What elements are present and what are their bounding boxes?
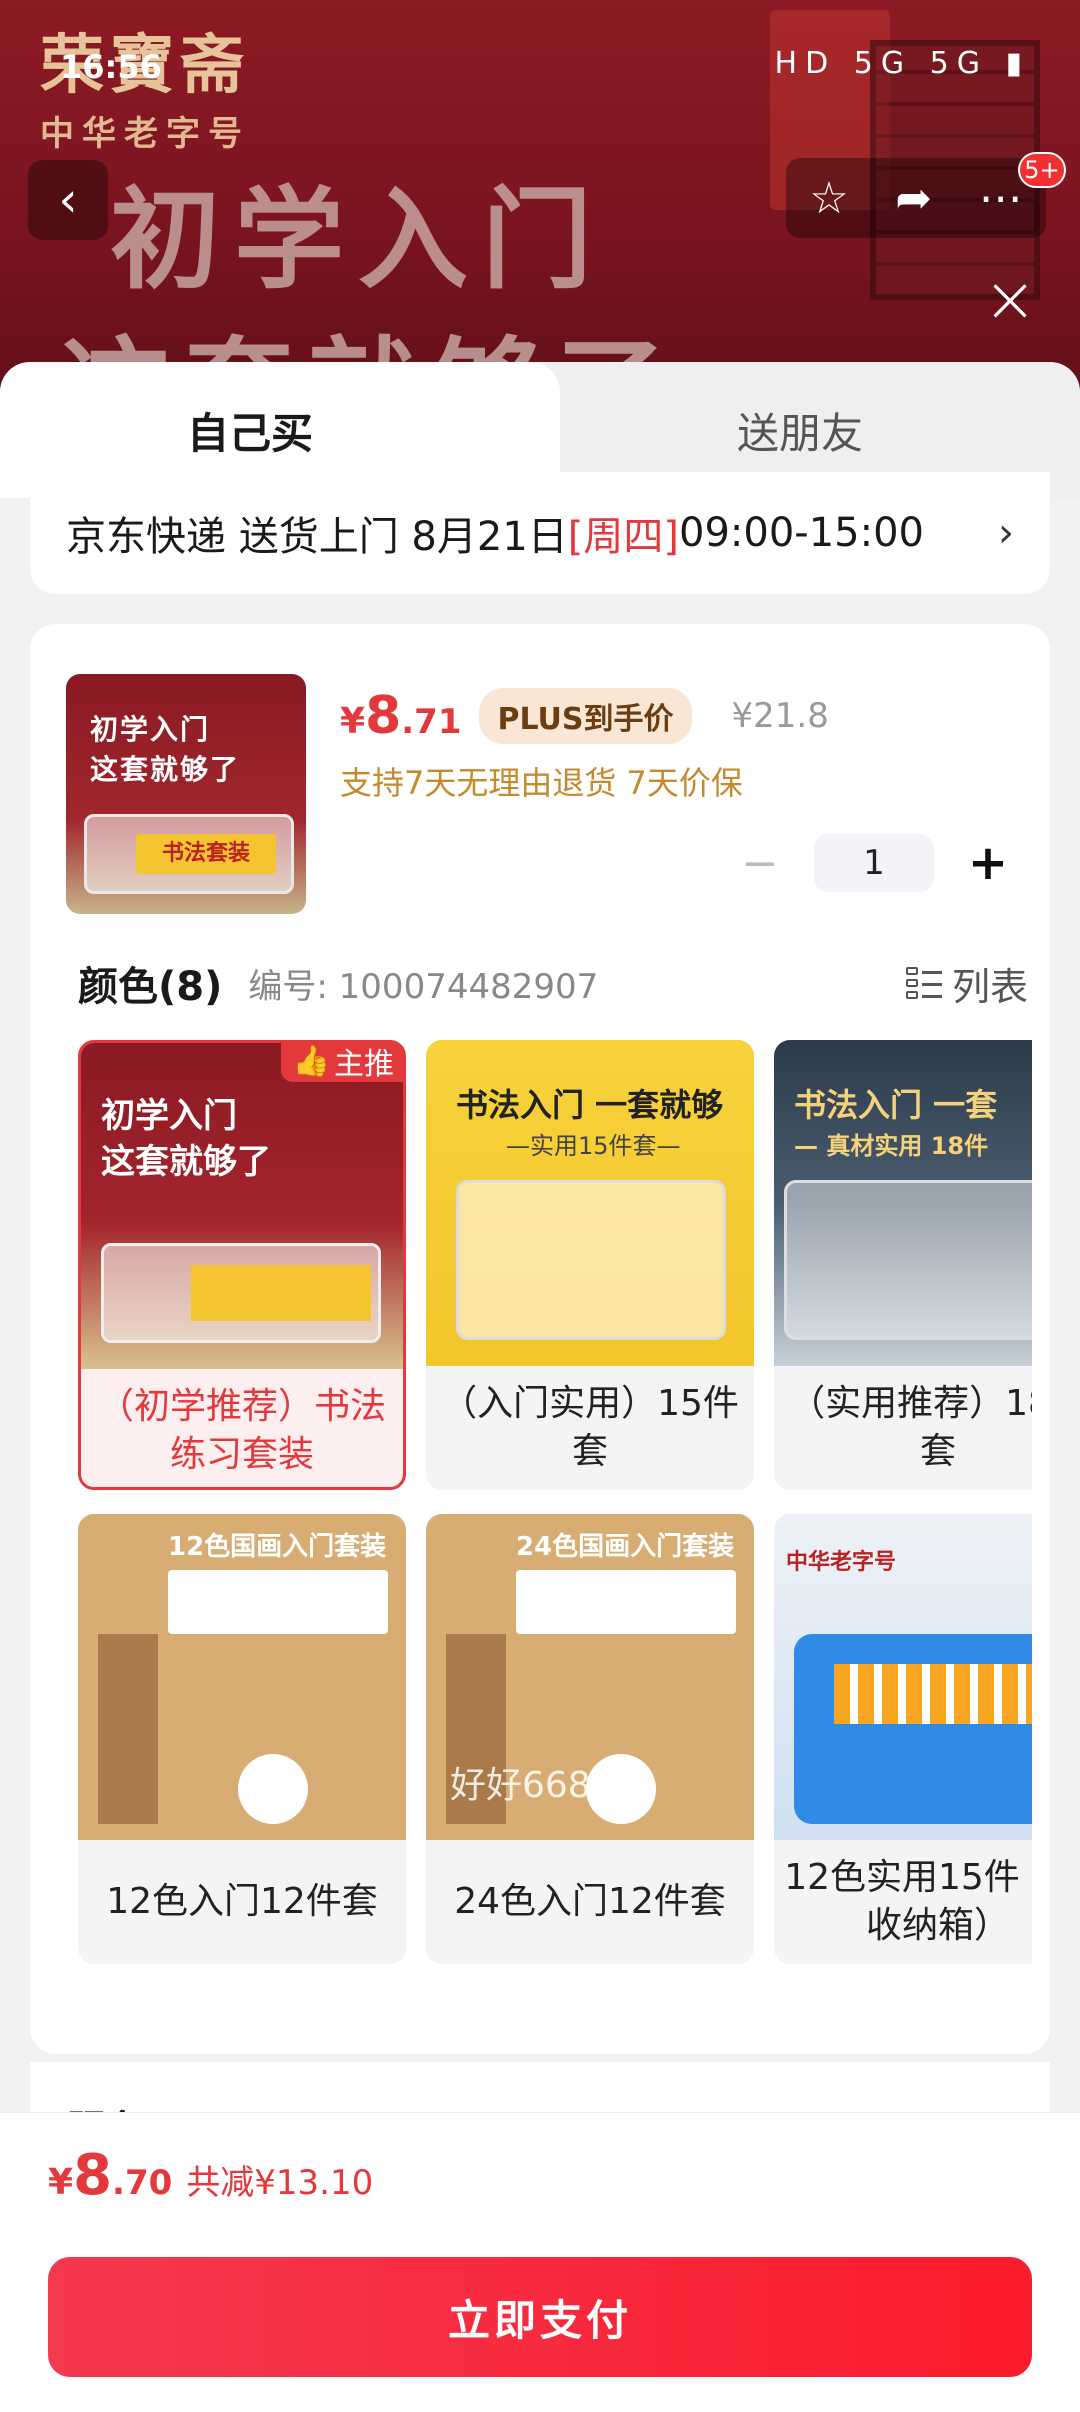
option-brush-graphic xyxy=(98,1634,158,1824)
star-icon[interactable]: ☆ xyxy=(809,173,848,224)
price-row: ¥8.71 PLUS到手价 ¥21.8 xyxy=(340,686,829,746)
product-thumbnail[interactable]: 初学入门 这套就够了 书法套装 xyxy=(66,674,306,914)
brand-tagline: 中华老字号 xyxy=(40,114,250,154)
recommend-label: 主推 xyxy=(334,1047,394,1082)
purchase-sheet: 送朋友 自己买 京东快递 送货上门 8月21日 [周四] 09:00-15:00… xyxy=(0,362,1080,2412)
option-image-text: —实用15件套— xyxy=(506,1132,681,1160)
back-button[interactable]: ‹ xyxy=(28,160,108,240)
return-policy: 支持7天无理由退货 7天价保 xyxy=(340,764,743,802)
chevron-right-icon: › xyxy=(998,510,1014,556)
watermark-text: 好好66889 xyxy=(450,1765,637,1806)
status-icons: HD 5G 5G ▮ xyxy=(774,46,1030,81)
hero-headline-1: 初学入门 xyxy=(110,175,606,304)
delivery-time: 09:00-15:00 xyxy=(679,510,924,556)
option-palette-graphic xyxy=(238,1754,308,1824)
status-time: 16:56 xyxy=(60,48,162,86)
list-icon xyxy=(905,965,942,1001)
color-option-5[interactable]: 24色国画入门套装 24色入门12件套 xyxy=(426,1514,754,1964)
thumb-line-1: 初学入门 xyxy=(90,713,211,746)
total-decimal: .70 xyxy=(112,2163,173,2203)
option-image-text: 中华老字号 xyxy=(786,1550,897,1575)
option-image-text: 初学入门 xyxy=(101,1096,237,1136)
option-caption: 12色实用15件（含收纳箱） xyxy=(784,1857,1032,1946)
thumbs-up-icon: 👍 xyxy=(292,1043,330,1079)
top-action-bar: ☆ ➦ ⋯ xyxy=(786,158,1046,238)
option-image: 12色国画入门套装 xyxy=(78,1514,406,1840)
delivery-text: 京东快递 送货上门 8月21日 xyxy=(66,514,568,560)
option-image-text: 书法入门 一套 xyxy=(794,1086,998,1124)
option-image: 初学入门 这套就够了 xyxy=(81,1043,403,1369)
thumb-line-2: 这套就够了 xyxy=(90,753,241,786)
color-option-1[interactable]: 初学入门 这套就够了 （初学推荐）书法练习套装 👍 主推 xyxy=(78,1040,406,1490)
option-caption: （实用推荐）18件套 xyxy=(789,1383,1032,1472)
option-caption: 24色入门12件套 xyxy=(454,1881,726,1922)
color-option-2[interactable]: 书法入门 一套就够 —实用15件套— （入门实用）15件套 xyxy=(426,1040,754,1490)
delivery-weekday: [周四] xyxy=(567,514,679,560)
message-badge: 5+ xyxy=(1018,152,1066,188)
quantity-value[interactable]: 1 xyxy=(814,834,934,892)
option-image-text: 24色国画入门套装 xyxy=(516,1532,735,1562)
more-icon[interactable]: ⋯ xyxy=(979,173,1023,224)
delivery-row[interactable]: 京东快递 送货上门 8月21日 [周四] 09:00-15:00 › xyxy=(30,472,1050,594)
option-image-text: 这套就够了 xyxy=(101,1142,271,1182)
total-price: ¥ 8 .70 共减¥13.10 xyxy=(48,2143,373,2208)
option-caption: 12色入门12件套 xyxy=(106,1881,378,1922)
price-integer: 8 xyxy=(365,686,402,746)
thumb-label: 书法套装 xyxy=(136,834,276,874)
option-image: 中华老字号 xyxy=(774,1514,1032,1840)
option-image-text: 书法入门 一套就够 xyxy=(456,1086,724,1124)
color-options-grid: 初学入门 这套就够了 （初学推荐）书法练习套装 👍 主推 书法入门 一套就够 —实… xyxy=(78,1040,1032,1990)
option-image-text: — 真材实用 18件 xyxy=(794,1132,989,1160)
price-symbol: ¥ xyxy=(340,701,366,742)
status-bar: 16:56 HD 5G 5G ▮ xyxy=(0,40,1080,100)
color-option-4[interactable]: 12色国画入门套装 12色入门12件套 xyxy=(78,1514,406,1964)
recommend-badge: 👍 主推 xyxy=(280,1043,403,1082)
option-paint-graphic xyxy=(516,1570,736,1634)
price-decimal: .71 xyxy=(401,702,462,742)
list-view-toggle[interactable]: 列表 xyxy=(905,956,1028,1011)
option-image: 书法入门 一套就够 —实用15件套— xyxy=(426,1040,754,1366)
total-integer: 8 xyxy=(73,2143,113,2208)
thumb-text: 初学入门 这套就够了 xyxy=(90,710,240,790)
chevron-left-icon: ‹ xyxy=(58,172,78,228)
option-label-graphic xyxy=(191,1265,371,1321)
option-box-graphic xyxy=(456,1180,726,1340)
current-price: ¥8.71 xyxy=(340,686,461,746)
increase-button[interactable]: + xyxy=(960,835,1016,891)
option-caption: （初学推荐）书法练习套装 xyxy=(97,1386,386,1475)
quantity-stepper: − 1 + xyxy=(732,834,1016,892)
pay-now-button[interactable]: 立即支付 xyxy=(48,2257,1032,2377)
checkout-bar: ¥ 8 .70 共减¥13.10 立即支付 xyxy=(0,2112,1080,2412)
option-box-graphic xyxy=(784,1180,1032,1340)
color-title: 颜色(8) xyxy=(78,964,223,1010)
option-caption: （入门实用）15件套 xyxy=(441,1383,739,1472)
color-option-6[interactable]: 中华老字号 12色实用15件（含收纳箱） xyxy=(774,1514,1032,1964)
option-paint-graphic xyxy=(168,1570,388,1634)
option-case-graphic xyxy=(794,1634,1032,1824)
option-image-text: 12色国画入门套装 xyxy=(168,1532,387,1562)
color-option-3[interactable]: 书法入门 一套 — 真材实用 18件 （实用推荐）18件套 xyxy=(774,1040,1032,1490)
product-card: 初学入门 这套就够了 书法套装 ¥8.71 PLUS到手价 ¥21.8 支持7天… xyxy=(30,624,1050,2054)
share-icon[interactable]: ➦ xyxy=(895,173,932,224)
color-header: 颜色(8) 编号: 100074482907 列表 xyxy=(78,954,1028,1012)
product-code: 编号: 100074482907 xyxy=(248,966,599,1007)
original-price: ¥21.8 xyxy=(731,696,829,736)
close-icon[interactable]: × xyxy=(980,268,1040,332)
total-symbol: ¥ xyxy=(48,2162,74,2203)
plus-price-tag: PLUS到手价 xyxy=(479,688,692,744)
total-saving: 共减¥13.10 xyxy=(186,2163,374,2203)
list-label: 列表 xyxy=(951,964,1028,1009)
option-image: 书法入门 一套 — 真材实用 18件 xyxy=(774,1040,1032,1366)
option-paint-graphic xyxy=(834,1664,1032,1724)
decrease-button[interactable]: − xyxy=(732,838,788,889)
